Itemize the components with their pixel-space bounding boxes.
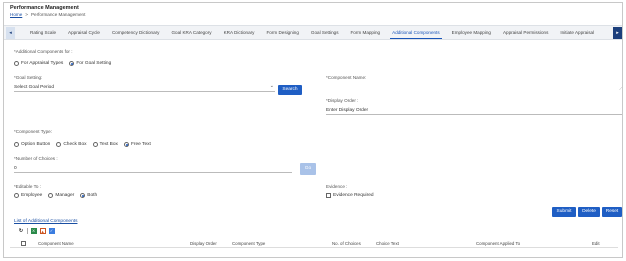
excel-export-icon[interactable]: X xyxy=(30,228,37,234)
list-toolbar: ↻ X ▲ ✓ xyxy=(18,228,55,234)
radio-employee-circle[interactable] xyxy=(14,193,19,198)
tab-goal-kra-category[interactable]: Goal KRA Category xyxy=(165,26,217,40)
tab-rating-scale[interactable]: Rating Scale xyxy=(24,26,62,40)
tab-employee-mapping[interactable]: Employee Mapping xyxy=(446,26,497,40)
radio-both[interactable]: Both xyxy=(80,193,97,198)
print-icon[interactable]: ✓ xyxy=(48,228,55,234)
radio-free-text[interactable]: Free Text xyxy=(123,142,151,147)
app-frame: Performance Management Home > Performanc… xyxy=(3,2,623,258)
breadcrumb-home-link[interactable]: Home xyxy=(10,12,22,17)
additional-for-label: *Additional Components for : xyxy=(14,49,73,54)
radio-goal-setting-circle[interactable] xyxy=(69,61,75,66)
display-order-input[interactable]: Enter Display Order xyxy=(326,106,622,115)
radio-text-box-circle[interactable] xyxy=(92,142,98,147)
tab-appraisal-cycle[interactable]: Appraisal Cycle xyxy=(62,26,106,40)
resize-handle-icon[interactable]: ⟋ xyxy=(619,84,622,93)
radio-manager-circle[interactable] xyxy=(48,193,54,198)
radio-option-button-label: Option Button xyxy=(21,142,51,147)
tab-initiate-appraisal[interactable]: Initiate Appraisal xyxy=(554,26,600,40)
radio-appraisal-types[interactable]: For Appraisal Types xyxy=(14,61,63,66)
radio-check-box-label: Check Box xyxy=(63,142,87,147)
radio-free-text-label: Free Text xyxy=(130,142,151,147)
page-title: Performance Management xyxy=(10,5,79,11)
col-display-order[interactable]: Display Order xyxy=(190,241,217,246)
display-order-value: Enter Display Order xyxy=(326,108,369,113)
breadcrumb-current: Performance Management xyxy=(30,12,86,17)
tab-scroll-right-icon[interactable]: ▸ xyxy=(613,27,622,39)
radio-manager-label: Manager xyxy=(55,193,75,198)
tab-additional-components[interactable]: Additional Components xyxy=(386,26,446,40)
num-choices-input[interactable]: 0 xyxy=(14,164,292,173)
evidence-required-label: Evidence Required xyxy=(333,193,374,198)
radio-option-button-circle[interactable] xyxy=(14,142,19,147)
select-all-checkbox[interactable] xyxy=(21,241,26,246)
num-choices-value: 0 xyxy=(14,166,17,171)
table-header: Component Name Display Order Component T… xyxy=(10,239,618,248)
radio-manager[interactable]: Manager xyxy=(48,193,74,198)
toolbar-divider xyxy=(27,228,28,234)
col-choice-text[interactable]: Choice Text xyxy=(376,241,399,246)
radio-employee-label: Employee xyxy=(21,193,43,198)
radio-both-circle[interactable] xyxy=(80,193,86,198)
pdf-export-icon[interactable]: ▲ xyxy=(39,228,46,234)
tab-scroll-left-icon[interactable]: ◂ xyxy=(6,27,15,39)
radio-both-label: Both xyxy=(87,193,98,198)
radio-appraisal-types-label: For Appraisal Types xyxy=(21,61,64,66)
goal-period-select-value: Select Goal Period xyxy=(14,85,54,90)
radio-option-button[interactable]: Option Button xyxy=(14,142,50,147)
component-name-label: *Component Name: xyxy=(326,75,367,80)
evidence-group: Evidence Required xyxy=(326,193,374,198)
component-name-input[interactable]: ⟋ xyxy=(326,83,622,93)
tab-competency-dictionary[interactable]: Competency Dictionary xyxy=(106,26,166,40)
breadcrumb: Home > Performance Management xyxy=(10,12,85,17)
breadcrumb-separator: > xyxy=(25,12,28,17)
col-no-of-choices[interactable]: No. of Choices xyxy=(332,241,361,246)
page-header: Performance Management Home > Performanc… xyxy=(4,3,622,21)
refresh-icon[interactable]: ↻ xyxy=(18,228,24,234)
radio-check-box-circle[interactable] xyxy=(56,142,62,147)
radio-employee[interactable]: Employee xyxy=(14,193,42,198)
tab-form-mapping[interactable]: Form Mapping xyxy=(345,26,387,40)
display-order-label: *Display Order : xyxy=(326,98,359,103)
radio-appraisal-types-circle[interactable] xyxy=(14,61,19,66)
num-choices-label: *Number of Choices : xyxy=(14,156,58,161)
evidence-required-checkbox[interactable]: Evidence Required xyxy=(326,193,374,198)
col-component-applied-to[interactable]: Component Applied To xyxy=(476,241,520,246)
evidence-label: Evidence : xyxy=(326,184,348,189)
evidence-required-box[interactable] xyxy=(326,193,331,198)
col-component-name[interactable]: Component Name xyxy=(38,241,74,246)
tab-kra-dictionary[interactable]: KRA Dictionary xyxy=(218,26,261,40)
radio-text-box-label: Text Box xyxy=(99,142,118,147)
goal-period-select[interactable]: Select Goal Period xyxy=(14,82,275,92)
additional-for-group: For Appraisal Types For Goal Setting xyxy=(14,61,111,66)
component-type-group: Option Button Check Box Text Box Free Te… xyxy=(14,142,151,147)
go-button[interactable]: Go xyxy=(300,163,316,175)
col-edit[interactable]: Edit xyxy=(592,241,600,246)
goal-setting-label: *Goal Setting: xyxy=(14,75,43,80)
editable-to-group: Employee Manager Both xyxy=(14,193,97,198)
editable-to-label: *Editable To : xyxy=(14,184,41,189)
radio-goal-setting[interactable]: For Goal Setting xyxy=(69,61,111,66)
submit-button[interactable]: Submit xyxy=(552,207,576,217)
radio-check-box[interactable]: Check Box xyxy=(56,142,87,147)
tab-bar: ◂ Rating Scale Appraisal Cycle Competency … xyxy=(4,25,622,40)
radio-free-text-circle[interactable] xyxy=(123,142,129,147)
tab-list: Rating Scale Appraisal Cycle Competency Di… xyxy=(24,26,600,40)
tab-appraisal-permissions[interactable]: Appraisal Permissions xyxy=(497,26,554,40)
search-button[interactable]: Search xyxy=(278,85,302,95)
reset-button[interactable]: Reset xyxy=(602,207,622,217)
tab-goal-settings[interactable]: Goal Settings xyxy=(305,26,345,40)
component-type-label: *Component Type: xyxy=(14,129,52,134)
col-component-type[interactable]: Component Type xyxy=(232,241,265,246)
radio-goal-setting-label: For Goal Setting xyxy=(76,61,112,66)
tab-form-designing[interactable]: Form Designing xyxy=(260,26,304,40)
radio-text-box[interactable]: Text Box xyxy=(92,142,118,147)
list-title: List of Additional Components xyxy=(14,219,78,224)
delete-button[interactable]: Delete xyxy=(578,207,600,217)
